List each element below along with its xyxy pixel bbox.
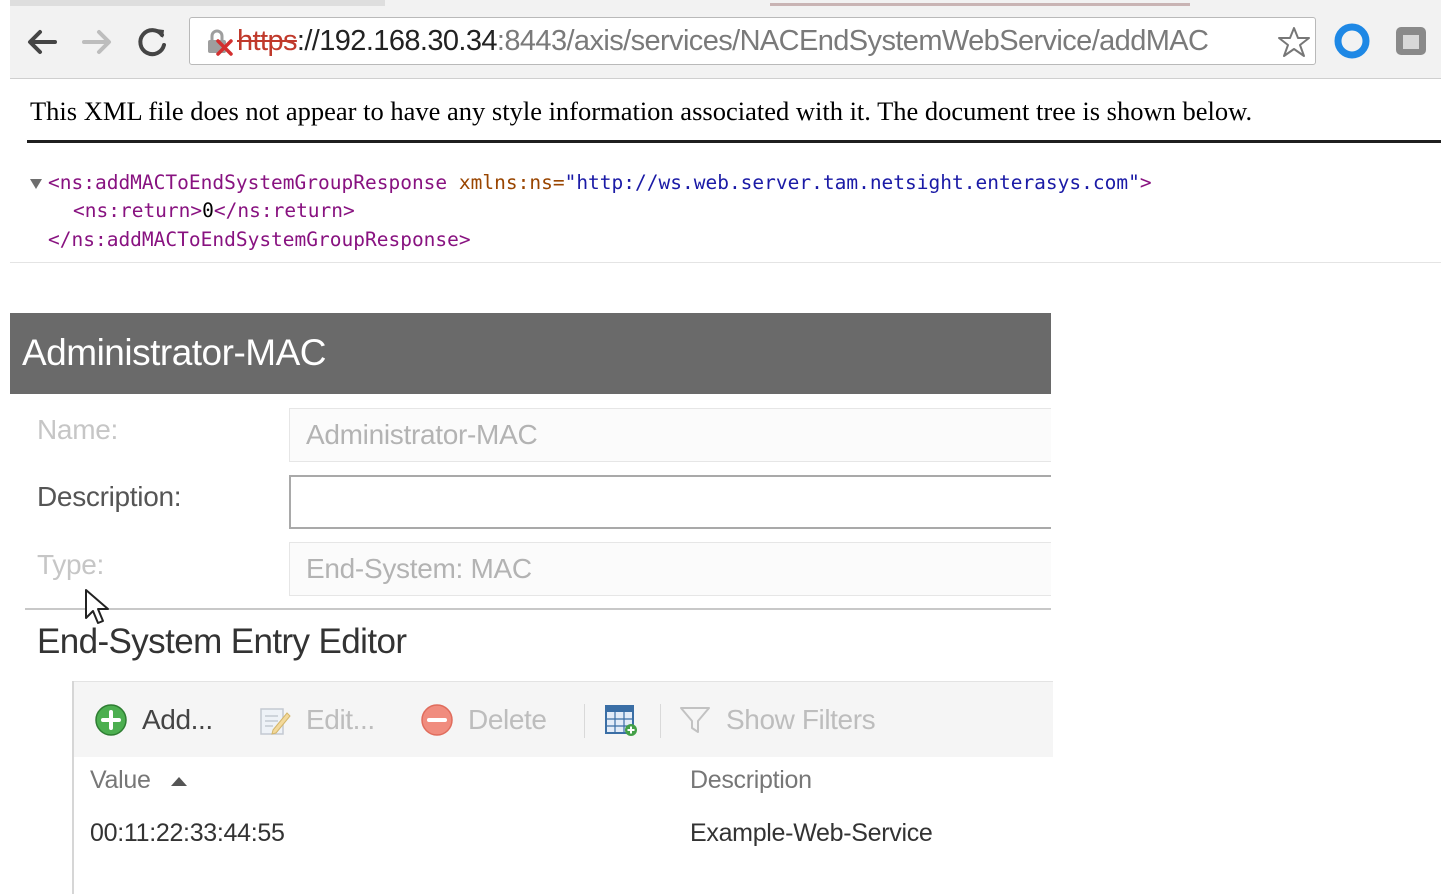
mouse-pointer-icon <box>85 589 109 624</box>
back-button[interactable] <box>22 22 62 62</box>
xml-attr-value: "http://ws.web.server.tam.netsight.enter… <box>564 171 1140 194</box>
type-label: Type: <box>37 549 104 580</box>
delete-button[interactable]: Delete <box>420 698 547 742</box>
star-icon[interactable] <box>1277 25 1311 59</box>
xml-root-open-line: <ns:addMACToEndSystemGroupResponse xmlns… <box>30 171 1152 194</box>
url-path: :8443/axis/services/NACEndSystemWebServi… <box>496 25 1209 57</box>
section-divider <box>25 608 1051 610</box>
section-title: End-System Entry Editor <box>37 622 407 661</box>
xml-style-notice: This XML file does not appear to have an… <box>30 96 1253 126</box>
tab-strip <box>10 0 385 6</box>
grid-toolbar: Add... Edit... Delete Show Filters <box>74 681 1053 757</box>
column-header-description[interactable]: Description <box>690 766 812 795</box>
url-text[interactable]: https://192.168.30.34:8443/axis/services… <box>237 18 1209 64</box>
delete-button-label: Delete <box>468 704 547 735</box>
panel-title: Administrator-MAC <box>22 332 327 373</box>
xml-root-open-tag: <ns:addMACToEndSystemGroupResponse <box>48 171 448 194</box>
description-label: Description: <box>37 481 182 512</box>
table-export-icon <box>605 705 637 736</box>
xml-child-text: 0 <box>202 199 214 222</box>
name-field: Administrator-MAC <box>289 408 1051 462</box>
export-table-button[interactable] <box>604 698 652 742</box>
tab-strip-indicator <box>770 3 1190 6</box>
reload-icon <box>138 28 166 57</box>
name-label: Name: <box>37 414 118 445</box>
gray-extension-icon[interactable] <box>1393 24 1429 58</box>
xml-child-close: </ns:return> <box>213 199 355 222</box>
xml-bottom-edge <box>10 262 1441 263</box>
toolbar-separator <box>660 704 661 738</box>
reload-button[interactable] <box>132 22 172 62</box>
url-host: ://192.168.30.34 <box>296 25 498 57</box>
toolbar-separator <box>584 704 585 738</box>
column-header-value[interactable]: Value <box>90 766 187 795</box>
delete-circle-icon <box>421 704 453 736</box>
collapse-triangle-icon[interactable] <box>30 178 42 189</box>
back-arrow-icon <box>28 30 57 54</box>
address-bar[interactable]: https://192.168.30.34:8443/axis/services… <box>189 17 1316 65</box>
xml-attr-name: xmlns:ns= <box>447 171 565 194</box>
notice-divider <box>27 140 1441 143</box>
ring-extension-icon[interactable] <box>1333 22 1371 60</box>
column-header-value-label: Value <box>90 766 151 794</box>
forward-button[interactable] <box>77 22 117 62</box>
xml-root-close-line: </ns:addMACToEndSystemGroupResponse> <box>48 228 471 251</box>
forward-arrow-icon <box>82 30 111 54</box>
xml-root-close-tag: </ns:addMACToEndSystemGroupResponse> <box>48 228 471 251</box>
xml-root-open-bracket: > <box>1139 171 1152 194</box>
edit-button-label: Edit... <box>306 704 375 735</box>
add-button[interactable]: Add... <box>94 698 213 742</box>
entry-grid: Add... Edit... Delete Show Filters Value… <box>72 681 1053 894</box>
edit-icon <box>260 708 291 735</box>
add-circle-icon <box>95 704 127 736</box>
xml-child-open: <ns:return> <box>73 199 203 222</box>
type-field: End-System: MAC <box>289 542 1051 596</box>
show-filters-label: Show Filters <box>726 704 876 735</box>
xml-child-line: <ns:return>0</ns:return> <box>73 199 355 222</box>
sort-ascending-icon <box>170 776 187 786</box>
insecure-lock-icon[interactable] <box>204 28 234 56</box>
table-row-description[interactable]: Example-Web-Service <box>690 819 933 848</box>
edit-button[interactable]: Edit... <box>258 698 375 742</box>
filter-icon <box>680 707 710 733</box>
table-row-value[interactable]: 00:11:22:33:44:55 <box>90 819 285 848</box>
show-filters-button[interactable]: Show Filters <box>678 698 876 742</box>
description-field[interactable] <box>289 475 1051 529</box>
panel-header: Administrator-MAC <box>10 313 1051 394</box>
url-scheme: https <box>237 25 297 57</box>
add-button-label: Add... <box>142 704 213 735</box>
